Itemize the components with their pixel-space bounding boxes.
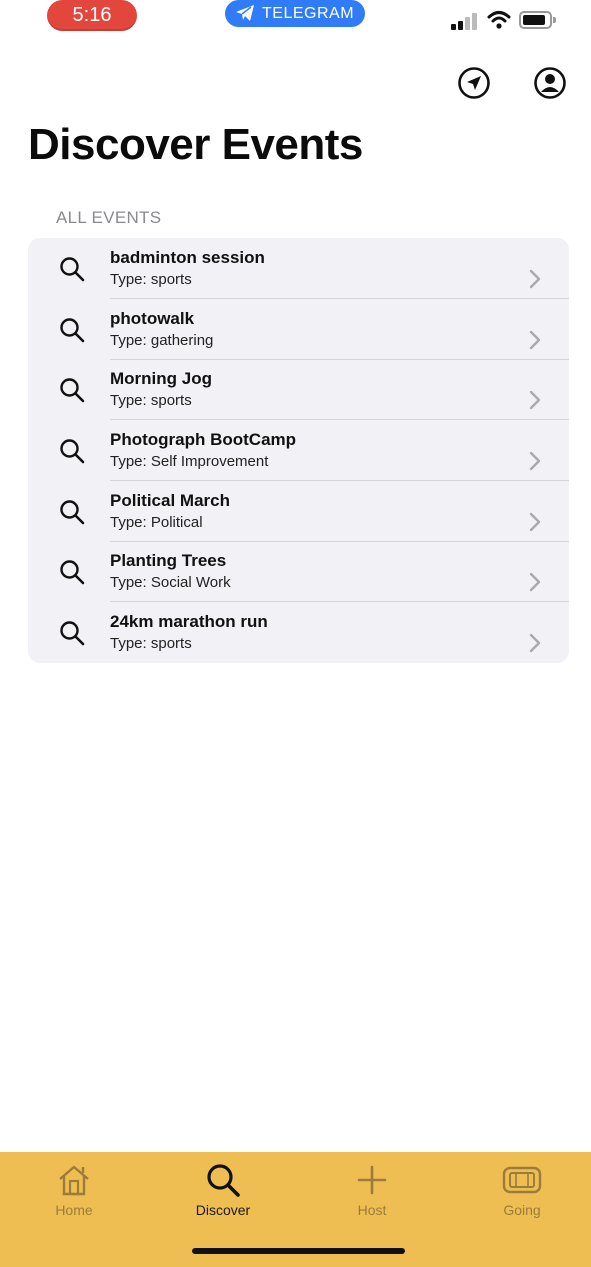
event-name: Morning Jog: [110, 369, 212, 389]
search-icon: [60, 378, 85, 403]
search-icon: [60, 560, 85, 585]
event-row[interactable]: Planting Trees Type: Social Work: [28, 541, 569, 603]
event-type: Type: sports: [110, 271, 192, 288]
event-row[interactable]: Political March Type: Political: [28, 481, 569, 542]
home-icon: [59, 1165, 89, 1196]
event-type: Type: sports: [110, 392, 192, 410]
event-type: Type: gathering: [110, 331, 214, 349]
wifi-icon: [487, 11, 511, 29]
search-icon: [60, 257, 85, 282]
event-row[interactable]: badminton session Type: sports: [28, 238, 569, 299]
chevron-right-icon: [529, 391, 541, 410]
tab-going-label: Going: [503, 1202, 541, 1218]
home-indicator[interactable]: [192, 1248, 405, 1254]
tab-host[interactable]: Host: [312, 1152, 432, 1232]
telegram-return-pill[interactable]: TELEGRAM: [225, 0, 365, 27]
tab-host-label: Host: [357, 1202, 387, 1218]
telegram-pill-label: TELEGRAM: [262, 5, 355, 22]
location-arrow-icon[interactable]: [457, 66, 491, 100]
plus-icon: [357, 1165, 387, 1195]
event-type: Type: sports: [110, 635, 192, 653]
event-name: Planting Trees: [110, 551, 227, 571]
ticket-icon: [502, 1166, 542, 1194]
search-icon: [60, 621, 85, 646]
section-header: ALL EVENTS: [56, 208, 162, 227]
profile-icon[interactable]: [533, 66, 567, 100]
event-row[interactable]: photowalk Type: gathering: [28, 299, 569, 360]
event-name: photowalk: [110, 308, 195, 328]
search-icon: [60, 500, 85, 525]
cellular-signal-icon: [451, 12, 479, 30]
event-type: Type: Social Work: [110, 574, 231, 592]
tab-discover-label: Discover: [195, 1202, 251, 1218]
tab-home[interactable]: Home: [14, 1152, 134, 1232]
chevron-right-icon: [529, 451, 541, 471]
event-name: 24km marathon run: [110, 612, 268, 632]
event-type: Type: Self Improvement: [110, 453, 269, 471]
tab-home-label: Home: [55, 1202, 93, 1218]
events-list: badminton session Type: sports photowalk…: [28, 238, 569, 663]
page-title: Discover Events: [28, 120, 363, 169]
event-name: badminton session: [110, 248, 265, 267]
chevron-right-icon: [529, 330, 541, 349]
chevron-right-icon: [529, 269, 541, 289]
status-time[interactable]: 5:16: [47, 0, 137, 31]
search-icon: [60, 317, 85, 342]
search-icon: [207, 1164, 240, 1197]
tab-discover[interactable]: Discover: [163, 1152, 283, 1232]
search-icon: [60, 439, 85, 464]
event-name: Political March: [110, 490, 230, 510]
status-bar: 5:16 TELEGRAM: [0, 0, 591, 40]
chevron-right-icon: [529, 573, 541, 592]
telegram-icon: [236, 5, 254, 21]
event-name: Photograph BootCamp: [110, 430, 297, 450]
event-row[interactable]: Photograph BootCamp Type: Self Improveme…: [28, 420, 569, 482]
event-type: Type: Political: [110, 513, 203, 531]
event-row[interactable]: 24km marathon run Type: sports: [28, 602, 569, 663]
battery-icon: [519, 11, 556, 29]
tab-going[interactable]: Going: [462, 1152, 582, 1232]
chevron-right-icon: [529, 633, 541, 653]
chevron-right-icon: [529, 512, 541, 531]
event-row[interactable]: Morning Jog Type: sports: [28, 359, 569, 421]
